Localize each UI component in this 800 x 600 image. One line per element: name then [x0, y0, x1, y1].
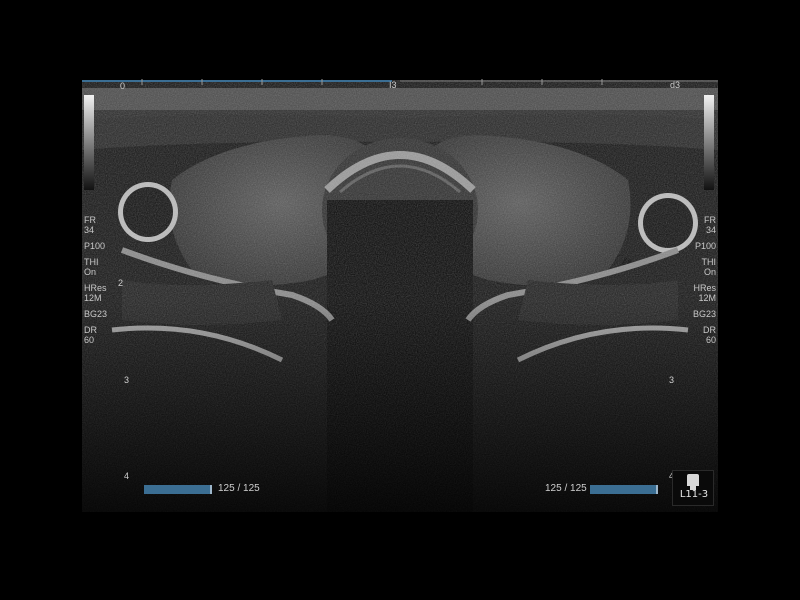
param-right-8: DR [703, 325, 716, 335]
probe-icon [687, 474, 699, 490]
param-left-1: 34 [84, 225, 95, 235]
probe-indicator: L11-3 [672, 470, 714, 506]
cine-bar-left[interactable] [144, 485, 212, 494]
cine-bar-right[interactable] [590, 485, 658, 494]
probe-name: L11-3 [679, 489, 709, 500]
param-left-4: On [84, 267, 97, 277]
param-right-7: BG23 [692, 309, 716, 319]
param-right-3: THI [701, 257, 717, 267]
param-left-9: 60 [84, 335, 95, 345]
depth-marker-left-3: 3 [124, 375, 130, 385]
param-left-2: P100 [84, 241, 106, 251]
param-left-8: DR [84, 325, 97, 335]
thyroid-scan [82, 80, 718, 512]
param-right-4: On [703, 267, 716, 277]
top-ruler [82, 79, 718, 85]
param-left-3: THI [84, 257, 99, 267]
depth-marker-right-3: 3 [669, 375, 675, 385]
grayscale-bar-left [84, 95, 94, 190]
depth-marker-left-4: 4 [124, 471, 130, 481]
frame-count-left: 125 / 125 [218, 483, 260, 494]
top-right-marker: d3 [670, 80, 681, 90]
top-depth-label: 0 [120, 81, 126, 91]
depth-marker-left-2: 2 [118, 278, 124, 288]
frame-count-right: 125 / 125 [545, 483, 587, 494]
param-left-6: 12M [84, 293, 102, 303]
param-left-5: HRes [84, 283, 107, 293]
param-right-0: FR [704, 215, 716, 225]
param-right-5: HRes [693, 283, 716, 293]
param-right-1: 34 [705, 225, 716, 235]
params-left: FR 34 P100 THI On HRes 12M BG23 DR 60 [84, 215, 107, 345]
param-right-6: 12M [698, 293, 716, 303]
grayscale-bar-right [704, 95, 714, 190]
top-center-marker: I3 [389, 80, 397, 90]
param-right-2: P100 [694, 241, 716, 251]
param-right-9: 60 [705, 335, 716, 345]
param-left-7: BG23 [84, 309, 108, 319]
params-right: FR 34 P100 THI On HRes 12M BG23 DR 60 [693, 215, 716, 345]
param-left-0: FR [84, 215, 96, 225]
ultrasound-image [82, 80, 718, 512]
